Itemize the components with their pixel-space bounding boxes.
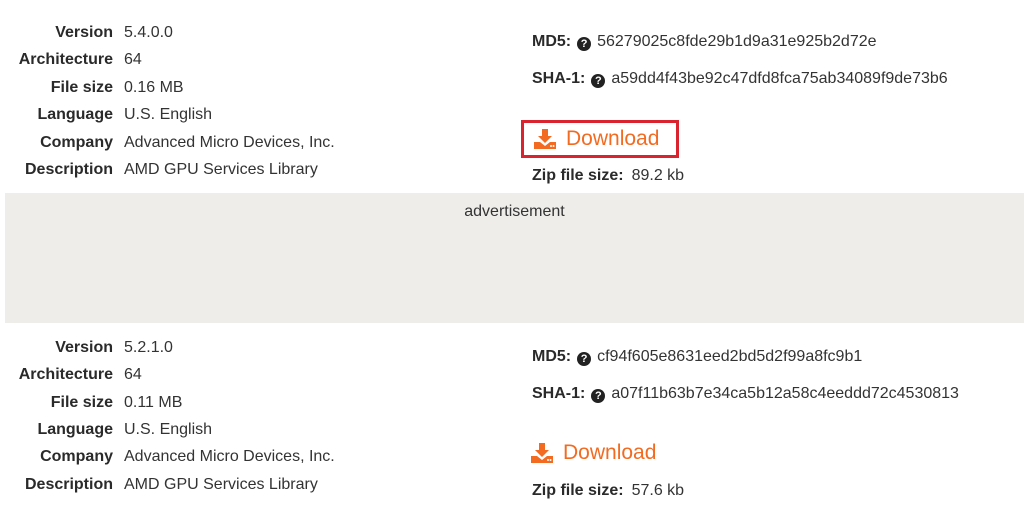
zip-size-value: 89.2 kb (631, 167, 685, 184)
md5-label: MD5: (532, 33, 572, 50)
sha1-row: SHA-1:? a07f11b63b7e34ca5b12a58c4eeddd72c… (532, 384, 959, 404)
question-circle-icon[interactable]: ? (577, 352, 592, 366)
sha1-row: SHA-1:? a59dd4f43be92c47dfd8fca75ab34089f… (532, 69, 948, 89)
download-tray-icon (534, 129, 556, 149)
sha1-label: SHA-1: (532, 385, 586, 402)
sha1-value: a07f11b63b7e34ca5b12a58c4eeddd72c4530813 (611, 385, 959, 402)
md5-value: 56279025c8fde29b1d9a31e925b2d72e (597, 33, 877, 50)
question-circle-icon[interactable]: ? (591, 74, 606, 88)
question-circle-icon[interactable]: ? (591, 389, 606, 403)
info-label: Language (37, 106, 113, 123)
md5-value: cf94f605e8631eed2bd5d2f99a8fc9b1 (597, 348, 863, 365)
zip-size-value: 57.6 kb (631, 482, 685, 499)
zip-size-row: Zip file size: 57.6 kb (532, 481, 684, 501)
info-value: AMD GPU Services Library (124, 476, 318, 493)
download-tray-icon (531, 443, 553, 463)
info-label: File size (50, 394, 113, 411)
md5-row: MD5:? cf94f605e8631eed2bd5d2f99a8fc9b1 (532, 347, 862, 367)
version-block-5400: Version 5.4.0.0 Architecture 64 File siz… (0, 0, 1024, 193)
info-label: Company (40, 134, 113, 151)
zip-size-row: Zip file size: 89.2 kb (532, 166, 684, 186)
info-value: U.S. English (124, 106, 213, 123)
info-label: Architecture (18, 51, 113, 68)
zip-size-label: Zip file size: (532, 482, 624, 499)
question-circle-icon[interactable]: ? (577, 37, 592, 51)
zip-size-label: Zip file size: (532, 167, 624, 184)
info-label: Company (40, 448, 113, 465)
info-value: AMD GPU Services Library (124, 161, 318, 178)
info-label: Architecture (18, 366, 113, 383)
info-value: U.S. English (124, 421, 213, 438)
info-label: Version (55, 24, 113, 41)
info-value: 5.4.0.0 (124, 24, 173, 41)
info-label: Language (37, 421, 113, 438)
info-label: Description (24, 161, 113, 178)
info-value: 5.2.1.0 (124, 339, 173, 356)
sha1-value: a59dd4f43be92c47dfd8fca75ab34089f9de73b6 (611, 70, 948, 87)
md5-label: MD5: (532, 348, 572, 365)
sha1-label: SHA-1: (532, 70, 586, 87)
advertisement-label: advertisement (464, 203, 565, 220)
info-value: 64 (124, 366, 142, 383)
info-value: Advanced Micro Devices, Inc. (124, 448, 335, 465)
download-button[interactable]: Download (521, 120, 679, 158)
download-label: Download (566, 127, 660, 150)
version-block-5210: Version 5.2.1.0 Architecture 64 File siz… (0, 323, 1024, 505)
advertisement-banner[interactable]: advertisement (5, 193, 1024, 323)
download-button[interactable]: Download (521, 434, 679, 472)
info-value: 0.11 MB (124, 394, 183, 411)
info-value: 0.16 MB (124, 79, 184, 96)
info-value: Advanced Micro Devices, Inc. (124, 134, 335, 151)
md5-row: MD5:? 56279025c8fde29b1d9a31e925b2d72e (532, 32, 877, 52)
info-label: Description (24, 476, 113, 493)
info-label: Version (55, 339, 113, 356)
info-label: File size (50, 79, 113, 96)
download-label: Download (563, 441, 657, 464)
info-value: 64 (124, 51, 142, 68)
